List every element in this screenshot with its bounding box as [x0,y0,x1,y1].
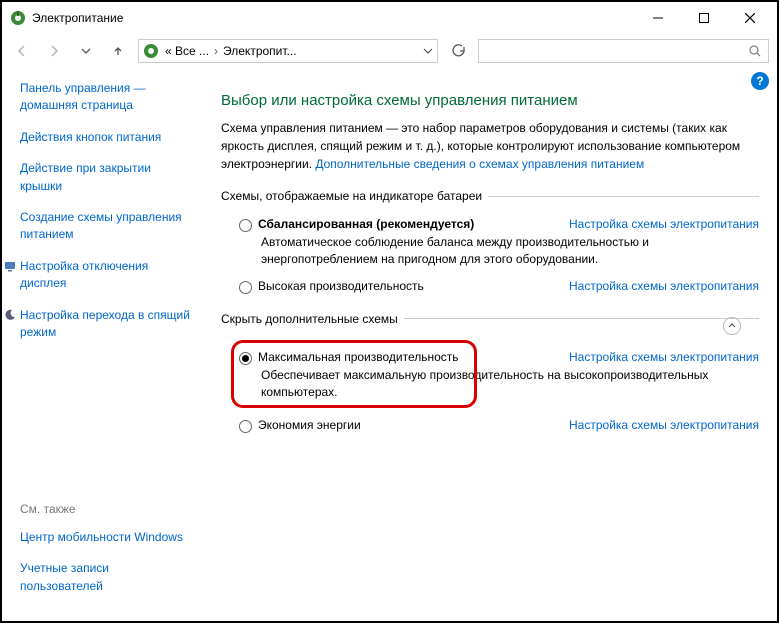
search-icon [748,44,762,58]
plan-balanced-settings[interactable]: Настройка схемы электропитания [569,217,759,231]
breadcrumb-current[interactable]: Электропит... [223,44,297,58]
radio-saver[interactable] [239,420,252,433]
refresh-button[interactable] [446,39,470,63]
breadcrumb-separator: › [214,44,218,58]
legend-additional: Скрыть дополнительные схемы [221,312,404,326]
nav-history-button[interactable] [74,39,98,63]
plan-high-settings[interactable]: Настройка схемы электропитания [569,279,759,293]
see-also: См. также Центр мобильности Windows Учет… [20,501,195,609]
nav-up-button[interactable] [106,39,130,63]
plan-saver[interactable]: Экономия энергии Настройка схемы электро… [239,418,759,433]
address-bar[interactable]: « Все ... › Электропит... [138,39,438,63]
plan-ultimate-name: Максимальная производительность [258,350,459,364]
see-also-1[interactable]: Учетные записи пользователей [20,560,195,595]
sidebar-item-3[interactable]: Настройка отключения дисплея [20,258,195,293]
plan-high[interactable]: Высокая производительность Настройка схе… [239,279,759,294]
plan-saver-settings[interactable]: Настройка схемы электропитания [569,418,759,432]
radio-ultimate[interactable] [239,352,252,365]
radio-balanced[interactable] [239,219,252,232]
sidebar: Панель управления — домашняя страница Де… [2,68,207,621]
content: ? Выбор или настройка схемы управления п… [207,68,777,621]
window-title: Электропитание [32,11,635,25]
close-button[interactable] [727,3,773,33]
address-dropdown-icon[interactable] [423,46,433,56]
window-buttons [635,3,773,33]
intro-text: Схема управления питанием — это набор па… [221,119,759,173]
collapse-button[interactable] [723,317,741,335]
minimize-button[interactable] [635,3,681,33]
nav-forward-button[interactable] [42,39,66,63]
app-icon [10,10,26,26]
plan-high-name: Высокая производительность [258,279,424,293]
highlighted-plan: Максимальная производительность Настройк… [221,340,759,414]
sidebar-item-4[interactable]: Настройка перехода в спящий режим [20,307,195,342]
see-also-header: См. также [20,501,195,518]
plan-ultimate-desc: Обеспечивает максимальную производительн… [261,367,759,402]
sidebar-item-1[interactable]: Действие при закрытии крышки [20,160,195,195]
page-heading: Выбор или настройка схемы управления пит… [221,92,759,109]
display-off-icon [4,260,16,272]
address-icon [143,43,159,59]
plan-ultimate[interactable]: Максимальная производительность Настройк… [239,350,759,365]
titlebar: Электропитание [2,2,777,34]
plan-ultimate-settings[interactable]: Настройка схемы электропитания [569,350,759,364]
see-also-0[interactable]: Центр мобильности Windows [20,529,195,546]
plan-balanced-desc: Автоматическое соблюдение баланса между … [261,234,759,269]
sidebar-item-2[interactable]: Создание схемы управления питанием [20,209,195,244]
help-icon[interactable]: ? [751,72,769,90]
radio-high[interactable] [239,281,252,294]
sleep-icon [4,309,16,321]
window: Электропитание « Все ... › Электропит...… [0,0,779,623]
fieldset-additional-plans: Скрыть дополнительные схемы Максимальная… [221,312,759,435]
sidebar-home[interactable]: Панель управления — домашняя страница [20,80,195,115]
body: Панель управления — домашняя страница Де… [2,68,777,621]
nav-back-button[interactable] [10,39,34,63]
search-box[interactable] [478,39,769,63]
fieldset-battery-plans: Схемы, отображаемые на индикаторе батаре… [221,189,759,296]
sidebar-item-0[interactable]: Действия кнопок питания [20,129,195,146]
maximize-button[interactable] [681,3,727,33]
plan-balanced[interactable]: Сбалансированная (рекомендуется) Настрой… [239,217,759,232]
legend-battery: Схемы, отображаемые на индикаторе батаре… [221,189,488,203]
breadcrumb-root[interactable]: « Все ... [165,44,209,58]
intro-link[interactable]: Дополнительные сведения о схемах управле… [315,157,644,171]
plan-balanced-name: Сбалансированная (рекомендуется) [258,217,474,231]
plan-saver-name: Экономия энергии [258,418,361,432]
toolbar: « Все ... › Электропит... [2,34,777,68]
